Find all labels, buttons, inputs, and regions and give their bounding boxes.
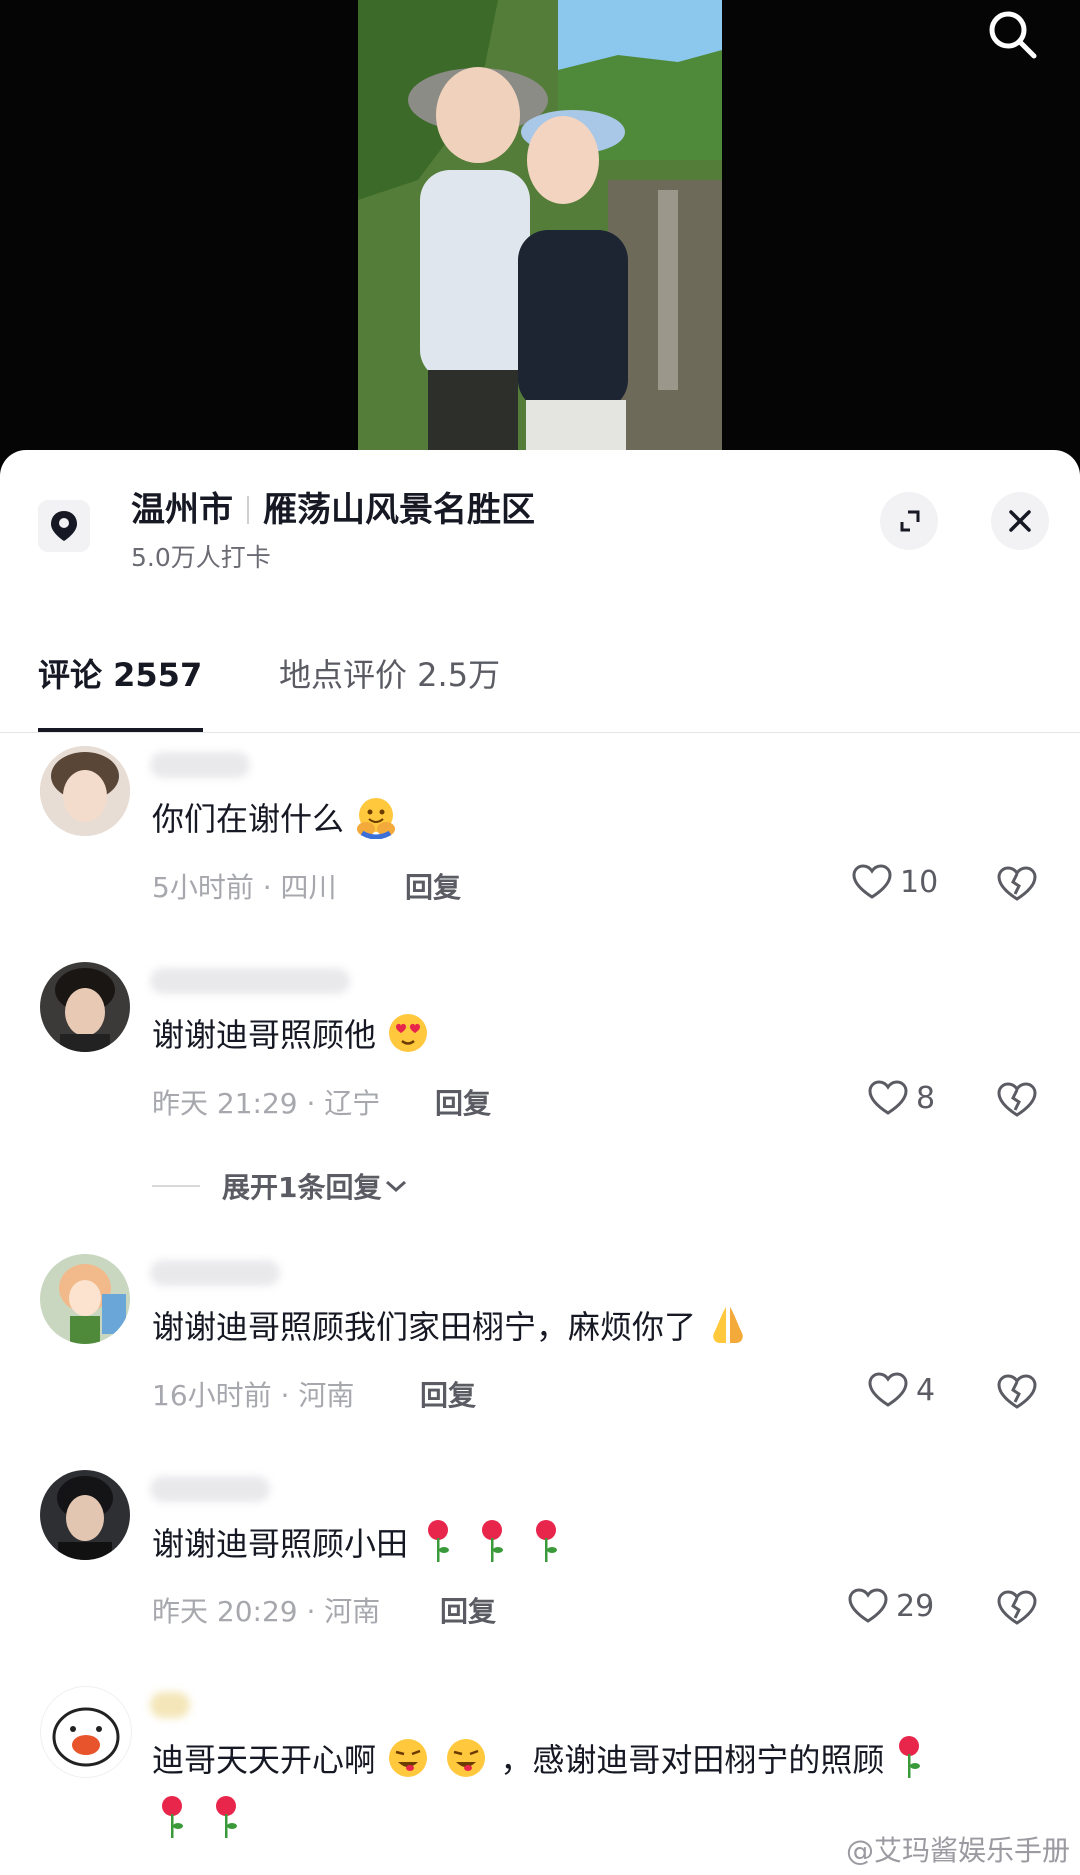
broken-heart-icon — [997, 1082, 1037, 1117]
comment-text: 谢谢迪哥照顾他 — [152, 1010, 430, 1063]
tab-bar: 评论 2557 地点评价 2.5万 — [0, 610, 1080, 733]
location-spot: 雁荡山风景名胜区 — [263, 490, 535, 530]
avatar[interactable] — [40, 1470, 130, 1560]
comment-text-continued: ，感谢迪哥对田栩宁的照顾 — [500, 1741, 885, 1779]
title-divider — [247, 496, 249, 524]
hug-emoji-icon — [354, 795, 398, 847]
location-title[interactable]: 温州市 雁荡山风景名胜区 — [131, 482, 535, 531]
dislike-button[interactable] — [997, 1374, 1037, 1414]
like-button[interactable]: 4 — [868, 1372, 935, 1408]
close-icon — [1009, 510, 1031, 532]
comment-meta: 16小时前 · 河南 — [152, 1379, 355, 1412]
comment-text-content: 谢谢迪哥照顾小田 — [152, 1525, 409, 1563]
tab-place-reviews[interactable]: 地点评价 2.5万 — [279, 650, 500, 696]
chevron-down-icon — [386, 1180, 407, 1193]
expand-divider — [152, 1185, 200, 1187]
video-thumbnail[interactable] — [358, 0, 722, 460]
like-count: 29 — [896, 1588, 935, 1624]
expand-icon — [900, 510, 920, 532]
like-button[interactable]: 29 — [848, 1588, 934, 1624]
comment-text: 谢谢迪哥照顾我们家田栩宁，麻烦你了 — [152, 1302, 750, 1355]
comment-text: 迪哥天天开心啊 ，感谢迪哥对田栩宁的照顾 — [152, 1734, 925, 1790]
tab-comments[interactable]: 评论 2557 — [38, 650, 202, 696]
location-header[interactable]: 温州市 雁荡山风景名胜区 5.0万人打卡 — [38, 482, 1049, 592]
reply-button[interactable]: 回复 — [440, 1590, 496, 1630]
pray-emoji-icon — [706, 1303, 750, 1355]
username-blurred[interactable] — [150, 1692, 190, 1718]
avatar[interactable] — [40, 1686, 132, 1778]
broken-heart-icon — [997, 1590, 1037, 1625]
active-tab-indicator — [38, 728, 203, 732]
comment-text-content: 谢谢迪哥照顾他 — [152, 1016, 377, 1054]
comment-meta: 昨天 20:29 · 河南 — [152, 1595, 381, 1628]
comment-text: 谢谢迪哥照顾小田 — [152, 1518, 568, 1574]
reply-button[interactable]: 回复 — [435, 1082, 491, 1122]
like-button[interactable]: 8 — [868, 1080, 935, 1116]
heart-eyes-emoji-icon — [386, 1011, 430, 1063]
avatar[interactable] — [40, 746, 130, 836]
reply-button[interactable]: 回复 — [405, 866, 461, 906]
dislike-button[interactable] — [997, 1590, 1037, 1630]
rose-emoji-icon — [895, 1734, 925, 1790]
video-player[interactable] — [0, 0, 1080, 460]
comment-meta: 5小时前 · 四川 — [152, 871, 337, 904]
comment-sheet: 温州市 雁荡山风景名胜区 5.0万人打卡 评论 2557 地点评价 2.5万 你们… — [0, 450, 1080, 1875]
comment-meta: 昨天 21:29 · 辽宁 — [152, 1087, 381, 1120]
username-blurred[interactable] — [150, 1260, 280, 1286]
avatar[interactable] — [40, 962, 130, 1052]
rose-emoji-icon — [160, 1794, 270, 1846]
comment-text-content: 迪哥天天开心啊 — [152, 1741, 377, 1779]
close-button[interactable] — [991, 492, 1049, 550]
broken-heart-icon — [997, 1374, 1037, 1409]
rose-emoji-icon — [418, 1518, 568, 1574]
username-blurred[interactable] — [150, 968, 350, 994]
heart-outline-icon — [868, 1372, 908, 1407]
search-icon[interactable] — [982, 6, 1042, 66]
heart-outline-icon — [848, 1588, 888, 1623]
like-button[interactable]: 10 — [852, 864, 938, 900]
comment-text-content: 谢谢迪哥照顾我们家田栩宁，麻烦你了 — [152, 1308, 697, 1346]
like-count: 8 — [916, 1080, 936, 1116]
comment-text: 你们在谢什么 — [152, 794, 398, 847]
broken-heart-icon — [997, 866, 1037, 901]
username-blurred[interactable] — [150, 752, 250, 778]
expand-button[interactable] — [880, 492, 938, 550]
location-pin-icon — [38, 500, 90, 552]
username-blurred[interactable] — [150, 1476, 270, 1502]
comment-text-content: 你们在谢什么 — [152, 800, 345, 838]
expand-replies-button[interactable]: 展开1条回复 — [152, 1166, 411, 1206]
expand-replies-label: 展开1条回复 — [222, 1171, 382, 1204]
like-count: 10 — [900, 864, 939, 900]
reply-button[interactable]: 回复 — [420, 1374, 476, 1414]
heart-outline-icon — [868, 1080, 908, 1115]
heart-outline-icon — [852, 864, 892, 899]
checkin-count: 5.0万人打卡 — [131, 543, 271, 572]
wink-tongue-emoji-icon — [386, 1736, 490, 1788]
watermark: @艾玛酱娱乐手册 — [845, 1834, 1070, 1867]
avatar[interactable] — [40, 1254, 130, 1344]
like-count: 4 — [916, 1372, 936, 1408]
dislike-button[interactable] — [997, 1082, 1037, 1122]
location-city: 温州市 — [131, 490, 233, 530]
dislike-button[interactable] — [997, 866, 1037, 906]
